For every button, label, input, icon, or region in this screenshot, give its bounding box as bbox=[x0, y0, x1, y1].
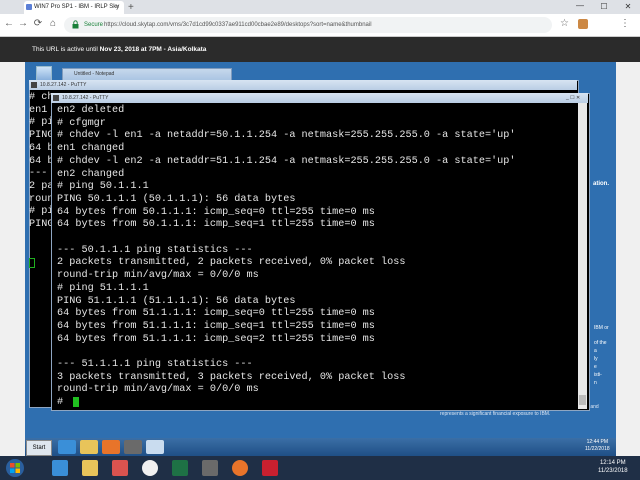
host-explorer-icon[interactable] bbox=[82, 460, 98, 476]
terminal-line: # chdev -l en1 -a netaddr=50.1.1.254 -a … bbox=[57, 130, 516, 142]
banner-prefix: This URL is active until bbox=[32, 46, 100, 53]
desktop-side-text: a bbox=[594, 348, 597, 354]
terminal-line: en2 changed bbox=[57, 168, 125, 180]
host-media-icon[interactable] bbox=[112, 460, 128, 476]
extension-icon[interactable] bbox=[578, 19, 588, 29]
desktop-side-text: IBM or bbox=[594, 325, 609, 331]
host-firefox-icon[interactable] bbox=[232, 460, 248, 476]
host-clock: 12:14 PM 11/23/2018 bbox=[598, 459, 628, 475]
browser-menu-icon[interactable]: ⋮ bbox=[620, 16, 630, 32]
secure-label: Secure bbox=[84, 22, 104, 28]
host-clock-time: 12:14 PM bbox=[599, 460, 626, 466]
terminal-line: --- 51.1.1.1 ping statistics --- bbox=[57, 359, 253, 371]
terminal-line: 64 bytes from 50.1.1.1: icmp_seq=0 ttl=2… bbox=[57, 206, 375, 218]
terminal-line: # ping 51.1.1.1 bbox=[57, 282, 149, 294]
new-tab-button[interactable]: + bbox=[128, 1, 134, 14]
desktop-side-text: ly bbox=[594, 356, 598, 362]
bookmark-star-icon[interactable]: ☆ bbox=[560, 16, 569, 32]
back-button[interactable]: ← bbox=[2, 16, 16, 32]
terminal-line: 64 bytes from 51.1.1.1: icmp_seq=2 ttl=2… bbox=[57, 333, 375, 345]
ie-icon[interactable] bbox=[58, 440, 76, 454]
terminal-line: en1 changed bbox=[57, 143, 125, 155]
terminal-line: # chdev -l en2 -a netaddr=51.1.1.254 -a … bbox=[57, 155, 516, 167]
host-chrome-icon[interactable] bbox=[142, 460, 158, 476]
lock-icon bbox=[72, 20, 79, 29]
tab-close-icon[interactable]: × bbox=[115, 1, 119, 14]
putty-icon bbox=[53, 95, 59, 101]
home-button[interactable]: ⌂ bbox=[46, 16, 60, 32]
forward-button[interactable]: → bbox=[16, 16, 30, 32]
terminal-line: round-trip min/avg/max = 0/0/0 ms bbox=[57, 270, 259, 282]
maximize-button[interactable]: ☐ bbox=[592, 0, 616, 14]
explorer-icon[interactable] bbox=[80, 440, 98, 454]
putty-icon bbox=[31, 82, 37, 88]
desktop-side-text: e bbox=[594, 364, 597, 370]
host-app-icon[interactable] bbox=[202, 460, 218, 476]
terminal-line: PING 50.1.1.1 (50.1.1.1): 56 data bytes bbox=[57, 193, 296, 205]
desktop-side-heading: ation. bbox=[593, 181, 609, 187]
notepad-title: Untitled - Notepad bbox=[74, 71, 115, 77]
desktop-side-text: of the bbox=[594, 340, 607, 346]
scrollbar-thumb[interactable] bbox=[579, 395, 586, 405]
host-acrobat-icon[interactable] bbox=[262, 460, 278, 476]
terminal-front-output[interactable]: en2 deleted # cfgmgr # chdev -l en1 -a net… bbox=[57, 105, 577, 410]
remote-clock-date: 11/22/2018 bbox=[585, 446, 610, 452]
putty-front-title: 10.8.27.142 - PuTTY bbox=[62, 95, 109, 101]
terminal-line: 2 packets transmitted, 2 packets receive… bbox=[57, 257, 406, 269]
terminal-cursor bbox=[73, 397, 79, 407]
url-text[interactable]: https://cloud.skytap.com/vms/3c7d1cd99c0… bbox=[104, 17, 544, 33]
desktop-side-text: n bbox=[594, 380, 597, 386]
putty-window-controls[interactable]: _ ☐ ✕ bbox=[566, 93, 580, 103]
terminal-line: # bbox=[57, 397, 70, 409]
windows-start-icon[interactable] bbox=[0, 456, 30, 480]
putty-front-titlebar[interactable] bbox=[51, 93, 588, 103]
terminal-line: PING 51.1.1.1 (51.1.1.1): 56 data bytes bbox=[57, 295, 296, 307]
minimize-button[interactable]: — bbox=[568, 0, 592, 14]
putty-back-titlebar[interactable] bbox=[29, 80, 577, 90]
desktop-side-text: isti- bbox=[594, 372, 602, 378]
terminal-line: en2 deleted bbox=[57, 105, 125, 116]
terminal-line: 3 packets transmitted, 3 packets receive… bbox=[57, 371, 406, 383]
reload-button[interactable]: ⟳ bbox=[31, 16, 45, 32]
terminal-line: # ping 50.1.1.1 bbox=[57, 181, 149, 193]
banner-text: This URL is active until Nov 23, 2018 at… bbox=[32, 37, 206, 62]
firefox-icon[interactable] bbox=[102, 440, 120, 454]
host-excel-icon[interactable] bbox=[172, 460, 188, 476]
close-window-button[interactable]: ✕ bbox=[616, 0, 640, 14]
putty-taskbar-icon[interactable] bbox=[124, 440, 142, 454]
browser-tab[interactable]: WIN7 Pro SP1 - IBM - IRLP Sky bbox=[24, 1, 124, 14]
terminal-scrollbar[interactable] bbox=[578, 103, 587, 409]
tab-favicon-icon bbox=[26, 4, 32, 10]
terminal-line: # cfgmgr bbox=[57, 117, 106, 129]
terminal-line: 64 bytes from 51.1.1.1: icmp_seq=1 ttl=2… bbox=[57, 320, 375, 332]
notepad-taskbar-icon[interactable] bbox=[146, 440, 164, 454]
host-clock-date: 11/23/2018 bbox=[598, 468, 628, 474]
remote-clock-time: 12:44 PM bbox=[586, 439, 609, 445]
remote-clock: 12:44 PM 11/22/2018 bbox=[585, 439, 610, 453]
host-ie-icon[interactable] bbox=[52, 460, 68, 476]
terminal-line: --- 50.1.1.1 ping statistics --- bbox=[57, 244, 253, 256]
banner-date: Nov 23, 2018 at 7PM - Asia/Kolkata bbox=[99, 46, 207, 53]
terminal-line: 64 bytes from 50.1.1.1: icmp_seq=1 ttl=2… bbox=[57, 219, 375, 231]
terminal-line: 64 bytes from 51.1.1.1: icmp_seq=0 ttl=2… bbox=[57, 308, 375, 320]
putty-back-title: 10.8.27.142 - PuTTY bbox=[40, 82, 87, 88]
terminal-back-cursor bbox=[29, 258, 35, 268]
remote-start-button[interactable]: Start bbox=[26, 440, 52, 456]
terminal-line: round-trip min/avg/max = 0/0/0 ms bbox=[57, 384, 259, 396]
